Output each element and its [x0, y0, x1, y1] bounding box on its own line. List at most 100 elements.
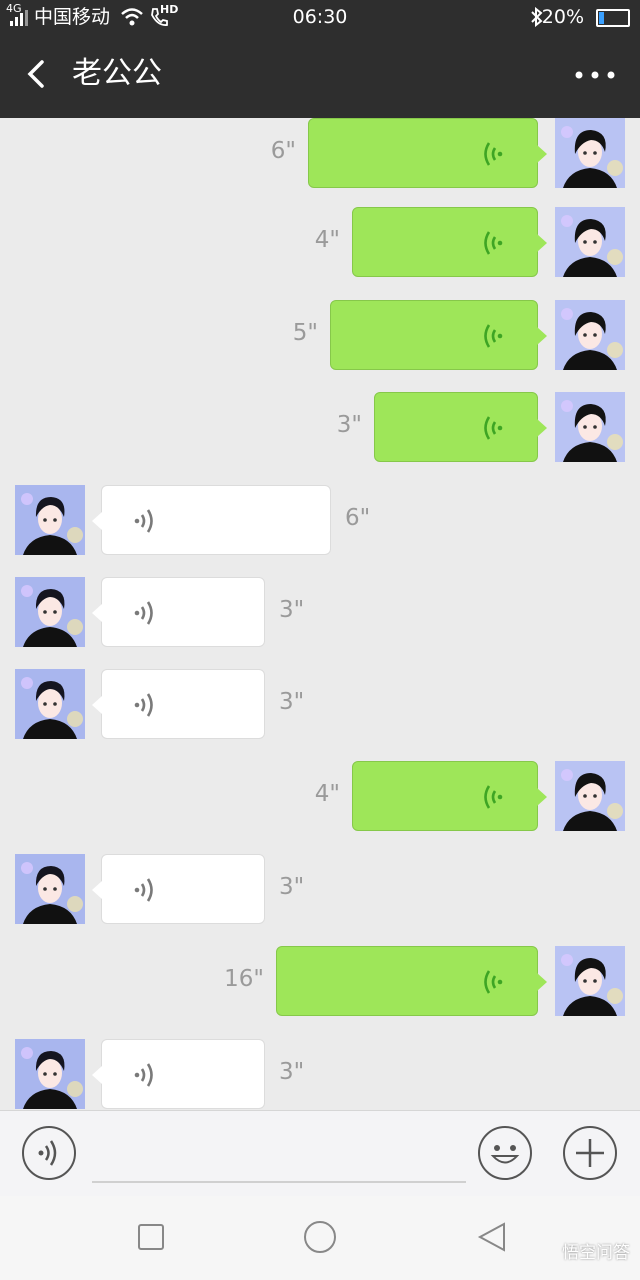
- bubble-tail: [92, 604, 102, 622]
- avatar[interactable]: [555, 761, 625, 831]
- bubble-tail: [537, 327, 547, 345]
- voice-bubble[interactable]: [352, 761, 547, 831]
- voice-message: 3": [0, 577, 640, 649]
- voice-bubble[interactable]: [92, 854, 265, 924]
- voice-bubble[interactable]: [92, 485, 331, 555]
- voice-wave: [477, 319, 511, 353]
- recents-button[interactable]: [133, 1220, 169, 1256]
- voice-duration: 3": [336, 412, 362, 438]
- more-button[interactable]: [570, 54, 620, 94]
- bubble-tail: [92, 881, 102, 899]
- voice-duration: 3": [279, 597, 305, 623]
- top-bar: 4G 中国移动 HD 06:30 20% 老公公: [0, 0, 640, 118]
- voice-duration: 6": [270, 138, 296, 164]
- avatar-girl: [555, 207, 625, 277]
- avatar-boy: [15, 669, 85, 739]
- smiley-icon: [478, 1126, 532, 1180]
- status-bar: 4G 中国移动 HD 06:30 20%: [0, 0, 640, 34]
- back-nav-button[interactable]: [474, 1220, 510, 1256]
- avatar[interactable]: [15, 1039, 85, 1109]
- voice-message: 4": [0, 761, 640, 833]
- bubble-tail: [537, 788, 547, 806]
- voice-wave-icon: [484, 231, 503, 255]
- avatar[interactable]: [555, 392, 625, 462]
- voice-wave-icon: [134, 509, 153, 533]
- bubble-tail: [537, 234, 547, 252]
- chat-messages[interactable]: 6" 4" 5" 3" 6" 3" 3" 4" 3" 16" 3": [0, 118, 640, 1110]
- voice-message: 3": [0, 1039, 640, 1110]
- avatar[interactable]: [555, 300, 625, 370]
- voice-duration: 3": [279, 689, 305, 715]
- voice-duration: 3": [279, 1059, 305, 1085]
- voice-wave: [126, 504, 160, 538]
- voice-message: 16": [0, 946, 640, 1018]
- bubble-tail: [92, 696, 102, 714]
- circle-icon: [304, 1221, 336, 1253]
- voice-wave-icon: [134, 693, 153, 717]
- voice-wave-icon: [484, 142, 503, 166]
- voice-wave: [126, 1058, 160, 1092]
- avatar[interactable]: [15, 577, 85, 647]
- voice-message: 6": [0, 485, 640, 557]
- voice-wave: [477, 965, 511, 999]
- voice-duration: 5": [292, 320, 318, 346]
- avatar[interactable]: [555, 946, 625, 1016]
- more-functions-button[interactable]: [562, 1125, 618, 1181]
- voice-wave: [477, 411, 511, 445]
- triangle-back-icon: [477, 1222, 505, 1252]
- bubble-tail: [92, 1066, 102, 1084]
- battery-icon: [596, 9, 630, 27]
- square-icon: [138, 1224, 164, 1250]
- avatar[interactable]: [15, 669, 85, 739]
- back-button[interactable]: [14, 52, 58, 96]
- voice-wave-icon: [484, 970, 503, 994]
- voice-wave: [126, 873, 160, 907]
- avatar-girl: [555, 761, 625, 831]
- voice-wave: [126, 596, 160, 630]
- avatar-boy: [15, 485, 85, 555]
- emoji-button[interactable]: [477, 1125, 533, 1181]
- voice-bubble[interactable]: [92, 1039, 265, 1109]
- voice-wave: [477, 780, 511, 814]
- avatar[interactable]: [15, 485, 85, 555]
- nav-bar: 老公公: [0, 34, 640, 118]
- avatar-girl: [555, 392, 625, 462]
- voice-duration: 16": [224, 966, 264, 992]
- voice-message: 3": [0, 854, 640, 926]
- voice-bubble[interactable]: [92, 669, 265, 739]
- avatar-girl: [555, 946, 625, 1016]
- voice-input-button[interactable]: [21, 1125, 77, 1181]
- bubble-tail: [537, 973, 547, 991]
- input-bar: [0, 1110, 640, 1197]
- voice-bubble[interactable]: [92, 577, 265, 647]
- voice-duration: 6": [345, 505, 371, 531]
- battery-percent: 20%: [541, 6, 584, 28]
- message-input[interactable]: [92, 1129, 466, 1183]
- voice-wave-icon: [484, 416, 503, 440]
- avatar-girl: [555, 118, 625, 188]
- voice-bubble[interactable]: [308, 118, 547, 188]
- avatar-boy: [15, 1039, 85, 1109]
- home-button[interactable]: [302, 1220, 338, 1256]
- voice-bubble[interactable]: [330, 300, 547, 370]
- avatar[interactable]: [555, 118, 625, 188]
- avatar-girl: [555, 300, 625, 370]
- avatar[interactable]: [555, 207, 625, 277]
- voice-message: 4": [0, 207, 640, 279]
- voice-wave: [477, 226, 511, 260]
- voice-duration: 4": [314, 227, 340, 253]
- plus-icon: [563, 1126, 617, 1180]
- voice-wave-icon: [134, 878, 153, 902]
- bubble-tail: [92, 512, 102, 530]
- voice-message: 3": [0, 669, 640, 741]
- voice-bubble[interactable]: [352, 207, 547, 277]
- voice-message: 3": [0, 392, 640, 464]
- voice-duration: 4": [314, 781, 340, 807]
- voice-wave: [477, 137, 511, 171]
- voice-bubble[interactable]: [276, 946, 547, 1016]
- avatar-boy: [15, 577, 85, 647]
- voice-wave-icon: [484, 785, 503, 809]
- voice-message: 6": [0, 118, 640, 190]
- avatar[interactable]: [15, 854, 85, 924]
- voice-bubble[interactable]: [374, 392, 547, 462]
